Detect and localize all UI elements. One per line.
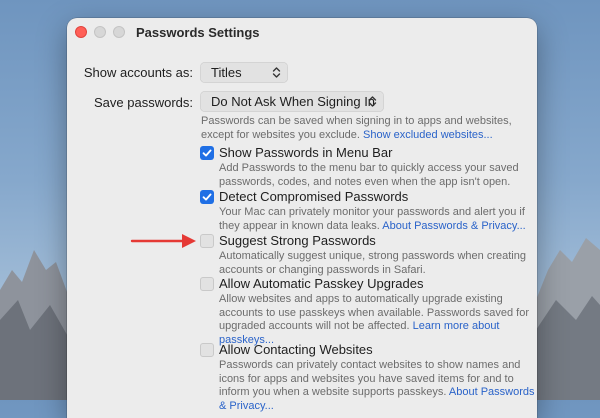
passkey-upgrades-checkbox[interactable] — [200, 277, 214, 291]
about-passwords-privacy-link[interactable]: About Passwords & Privacy... — [382, 220, 525, 232]
detect-compromised-label: Detect Compromised Passwords — [219, 189, 409, 204]
suggest-strong-passwords-label: Suggest Strong Passwords — [219, 233, 376, 248]
passkey-upgrades-description: Allow websites and apps to automatically… — [219, 293, 529, 346]
save-passwords-label: Save passwords: — [94, 95, 193, 110]
checkmark-icon — [202, 193, 212, 201]
close-window-button[interactable] — [75, 26, 87, 38]
about-passwords-privacy-link-2-cont[interactable]: & Privacy... — [219, 400, 274, 412]
contacting-websites-label: Allow Contacting Websites — [219, 342, 373, 357]
show-in-menu-bar-label: Show Passwords in Menu Bar — [219, 145, 393, 160]
chevron-up-down-icon — [272, 67, 281, 78]
show-in-menu-bar-checkbox[interactable] — [200, 146, 214, 160]
show-accounts-popup[interactable]: Titles — [200, 62, 288, 83]
zoom-window-button[interactable] — [113, 26, 125, 38]
chevron-up-down-icon — [368, 96, 377, 107]
title-bar: Passwords Settings — [67, 18, 537, 48]
show-in-menu-bar-description: Add Passwords to the menu bar to quickly… — [219, 162, 519, 188]
minimize-window-button[interactable] — [94, 26, 106, 38]
checkmark-icon — [202, 149, 212, 157]
passkey-upgrades-label: Allow Automatic Passkey Upgrades — [219, 276, 424, 291]
show-accounts-value: Titles — [211, 65, 242, 80]
about-passwords-privacy-link-2[interactable]: About Passwords — [449, 386, 535, 398]
suggest-strong-passwords-checkbox[interactable] — [200, 234, 214, 248]
contacting-websites-description: Passwords can privately contact websites… — [219, 359, 535, 412]
save-passwords-popup[interactable]: Do Not Ask When Signing In — [200, 91, 384, 112]
window-title: Passwords Settings — [136, 25, 260, 40]
detect-compromised-checkbox[interactable] — [200, 190, 214, 204]
show-excluded-websites-link[interactable]: Show excluded websites... — [363, 129, 493, 141]
annotation-arrow-icon — [130, 234, 196, 248]
show-accounts-label: Show accounts as: — [83, 65, 193, 80]
save-passwords-value: Do Not Ask When Signing In — [211, 94, 376, 109]
learn-more-passkeys-link[interactable]: Learn more about — [413, 320, 500, 332]
detect-compromised-description: Your Mac can privately monitor your pass… — [219, 206, 526, 232]
settings-window: Passwords Settings Show accounts as: Tit… — [67, 18, 537, 418]
suggest-strong-passwords-description: Automatically suggest unique, strong pas… — [219, 250, 526, 276]
save-passwords-description: Passwords can be saved when signing in t… — [201, 115, 512, 141]
contacting-websites-checkbox[interactable] — [200, 343, 214, 357]
